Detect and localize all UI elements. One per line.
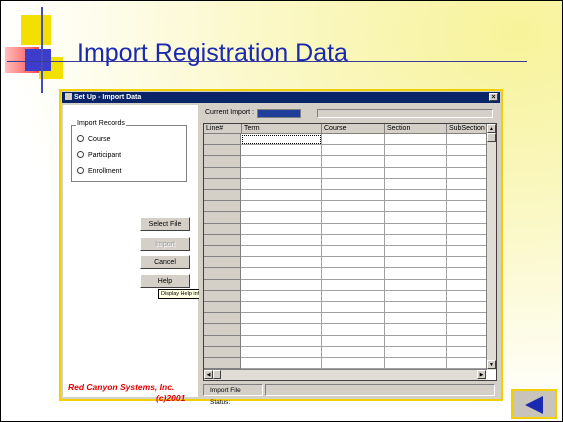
column-divider	[446, 134, 447, 370]
row-header[interactable]	[204, 358, 241, 370]
column-header-subsection[interactable]: SubSection	[447, 124, 487, 134]
column-divider	[384, 134, 385, 370]
import-data-grid[interactable]: Line# Term Course Section SubSection ▲ ▼…	[203, 123, 497, 381]
vertical-scrollbar[interactable]: ▲ ▼	[486, 124, 496, 370]
scroll-right-icon[interactable]: ▶	[477, 370, 486, 379]
setup-import-window: Set Up - Import Data × Import Records Co…	[59, 89, 503, 406]
radio-course[interactable]: Course	[77, 135, 111, 143]
row-header[interactable]	[204, 156, 241, 168]
row-divider	[241, 200, 487, 202]
current-import-label: Current Import :	[205, 109, 255, 116]
row-header[interactable]	[204, 178, 241, 190]
row-divider	[241, 289, 487, 291]
decoration-vertical-line	[41, 7, 43, 93]
column-header-course[interactable]: Course	[322, 124, 385, 134]
horizontal-scrollbar[interactable]: ◀ ▶	[204, 369, 486, 380]
row-header[interactable]	[204, 324, 241, 336]
radio-icon[interactable]	[77, 167, 84, 174]
row-divider	[241, 312, 487, 314]
row-header[interactable]	[204, 246, 241, 258]
row-header[interactable]	[204, 190, 241, 202]
column-header-section[interactable]: Section	[385, 124, 447, 134]
import-records-group: Import Records Course Participant Enroll…	[71, 120, 187, 182]
close-button[interactable]: ×	[489, 93, 498, 101]
slide: Import Registration Data Set Up - Import…	[0, 0, 563, 422]
row-header[interactable]	[204, 145, 241, 157]
scroll-left-icon[interactable]: ◀	[204, 370, 213, 379]
company-name: Red Canyon Systems, Inc.	[68, 382, 175, 392]
copyright: (c)2001	[156, 393, 186, 403]
radio-icon[interactable]	[77, 135, 84, 142]
import-records-label: Import Records	[76, 120, 126, 127]
row-header[interactable]	[204, 257, 241, 269]
back-arrow-icon	[525, 396, 543, 414]
radio-enrollment[interactable]: Enrollment	[77, 167, 121, 175]
row-header[interactable]	[204, 346, 241, 358]
import-file-status-box	[265, 384, 495, 396]
row-divider	[241, 278, 487, 280]
help-button[interactable]: Help	[140, 274, 190, 288]
window-title: Set Up - Import Data	[74, 94, 142, 101]
row-divider	[241, 345, 487, 347]
column-header-line[interactable]: Line#	[204, 124, 242, 134]
row-divider	[241, 334, 487, 336]
row-header[interactable]	[204, 167, 241, 179]
focused-cell[interactable]	[242, 135, 321, 144]
decoration-yellow-square	[21, 15, 51, 45]
row-header[interactable]	[204, 134, 241, 146]
right-panel: Current Import : Line# Term Course Secti…	[199, 105, 501, 406]
scroll-up-icon[interactable]: ▲	[487, 124, 496, 133]
import-button[interactable]: Import	[140, 237, 190, 251]
row-header[interactable]	[204, 302, 241, 314]
slide-title: Import Registration Data	[77, 39, 348, 67]
row-header[interactable]	[204, 290, 241, 302]
row-divider	[241, 155, 487, 157]
row-divider	[241, 144, 487, 146]
row-divider	[241, 166, 487, 168]
hscroll-thumb[interactable]	[213, 370, 221, 379]
row-divider	[241, 323, 487, 325]
cancel-button[interactable]: Cancel	[140, 255, 190, 269]
scroll-thumb[interactable]	[487, 133, 496, 142]
row-header[interactable]	[204, 313, 241, 325]
row-header[interactable]	[204, 223, 241, 235]
row-header[interactable]	[204, 234, 241, 246]
row-divider	[241, 189, 487, 190]
row-header[interactable]	[204, 279, 241, 291]
row-header[interactable]	[204, 268, 241, 280]
row-header[interactable]	[204, 201, 241, 213]
scroll-down-icon[interactable]: ▼	[487, 360, 496, 369]
radio-participant[interactable]: Participant	[77, 151, 121, 159]
app-icon	[65, 93, 72, 100]
row-divider	[241, 357, 487, 358]
row-divider	[241, 256, 487, 258]
row-header[interactable]	[204, 212, 241, 224]
row-divider	[241, 177, 487, 179]
current-import-indicator	[257, 109, 301, 118]
import-file-status-label: Import File Status:	[203, 384, 263, 406]
row-divider	[241, 301, 487, 302]
decoration-blue-square	[25, 49, 51, 71]
row-divider	[241, 222, 487, 224]
row-divider	[241, 267, 487, 269]
column-divider	[321, 134, 322, 370]
row-header[interactable]	[204, 335, 241, 347]
back-nav-button[interactable]	[511, 389, 557, 419]
row-divider	[241, 233, 487, 235]
radio-icon[interactable]	[77, 151, 84, 158]
column-header-term[interactable]: Term	[242, 124, 322, 134]
window-titlebar[interactable]: Set Up - Import Data ×	[62, 92, 500, 103]
current-import-progress	[317, 109, 493, 118]
row-divider	[241, 245, 487, 246]
select-file-button[interactable]: Select File	[140, 217, 190, 231]
row-divider	[241, 211, 487, 213]
left-panel: Import Records Course Participant Enroll…	[63, 105, 224, 403]
